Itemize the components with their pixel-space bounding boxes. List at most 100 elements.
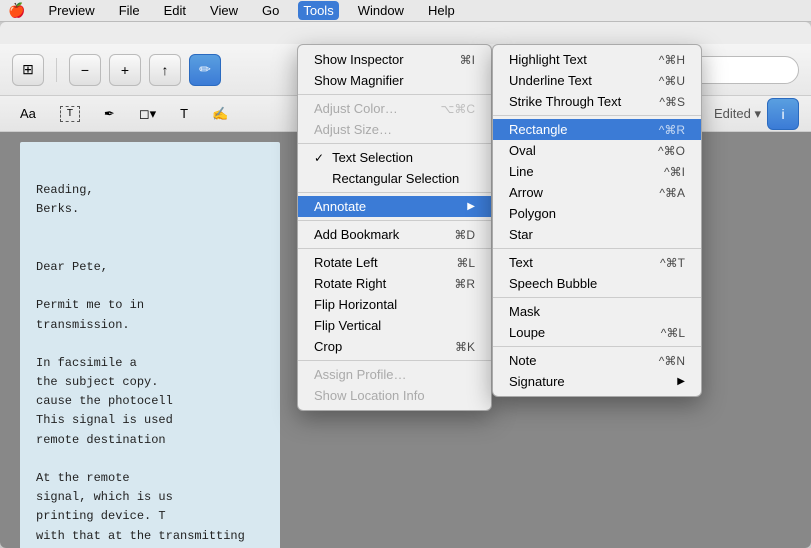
menu-assign-profile: Assign Profile…	[298, 364, 491, 385]
note-shortcut: ^⌘N	[659, 354, 685, 368]
menu-annotate[interactable]: Annotate ▶	[298, 196, 491, 217]
signature-button[interactable]: ✍	[204, 103, 236, 125]
shapes-button[interactable]: ◻▾	[131, 103, 164, 125]
line-label: Line	[509, 164, 534, 179]
strike-through-label: Strike Through Text	[509, 94, 621, 109]
menu-tools[interactable]: Tools	[298, 1, 338, 20]
separator-5	[298, 248, 491, 249]
annotate-label: Annotate	[314, 199, 366, 214]
sub-mask[interactable]: Mask	[493, 301, 701, 322]
assign-profile-label: Assign Profile…	[314, 367, 406, 382]
menu-flip-vertical[interactable]: Flip Vertical	[298, 315, 491, 336]
menu-rotate-left[interactable]: Rotate Left ⌘L	[298, 252, 491, 273]
document-line: signal, which is us	[36, 488, 264, 507]
grid-view-button[interactable]: ⊞	[12, 54, 44, 86]
separator-2	[298, 143, 491, 144]
document-line: Berks.	[36, 200, 264, 219]
add-bookmark-label: Add Bookmark	[314, 227, 399, 242]
shapes-icon: ◻▾	[139, 106, 156, 122]
add-bookmark-shortcut: ⌘D	[454, 228, 475, 242]
edited-label: Edited ▾	[714, 106, 761, 122]
sub-loupe[interactable]: Loupe ^⌘L	[493, 322, 701, 343]
loupe-shortcut: ^⌘L	[661, 326, 685, 340]
document-page: Reading, Berks. Dear Pete, Permit me to …	[20, 142, 280, 548]
grid-icon: ⊞	[22, 61, 34, 78]
sub-note[interactable]: Note ^⌘N	[493, 350, 701, 371]
star-label: Star	[509, 227, 533, 242]
menu-show-inspector[interactable]: Show Inspector ⌘I	[298, 49, 491, 70]
menu-adjust-size: Adjust Size…	[298, 119, 491, 140]
document-line: transmission.	[36, 316, 264, 335]
document-line	[36, 450, 264, 469]
document-line: the subject copy.	[36, 373, 264, 392]
rotate-right-shortcut: ⌘R	[454, 277, 475, 291]
text-button[interactable]: T	[172, 103, 196, 124]
sub-underline-text[interactable]: Underline Text ^⌘U	[493, 70, 701, 91]
underline-text-shortcut: ^⌘U	[659, 74, 685, 88]
annotate-submenu: Highlight Text ^⌘H Underline Text ^⌘U St…	[492, 44, 702, 397]
sub-text[interactable]: Text ^⌘T	[493, 252, 701, 273]
rotate-left-label: Rotate Left	[314, 255, 378, 270]
sub-sep-4	[493, 346, 701, 347]
sub-oval[interactable]: Oval ^⌘O	[493, 140, 701, 161]
signature-arrow-icon: ▶	[677, 376, 685, 387]
share-button[interactable]: ↑	[149, 54, 181, 86]
menu-rotate-right[interactable]: Rotate Right ⌘R	[298, 273, 491, 294]
document-line	[36, 220, 264, 239]
mask-label: Mask	[509, 304, 540, 319]
menu-rectangular-selection[interactable]: ✓ Rectangular Selection	[298, 168, 491, 189]
zoom-out-icon: −	[81, 62, 89, 78]
menu-bar: 🍎 Preview File Edit View Go Tools Window…	[0, 0, 811, 22]
menu-view[interactable]: View	[205, 1, 243, 20]
sub-rectangle[interactable]: Rectangle ^⌘R	[493, 119, 701, 140]
sub-signature[interactable]: Signature ▶	[493, 371, 701, 392]
sub-arrow[interactable]: Arrow ^⌘A	[493, 182, 701, 203]
sub-star[interactable]: Star	[493, 224, 701, 245]
sub-speech-bubble[interactable]: Speech Bubble	[493, 273, 701, 294]
document-line	[36, 335, 264, 354]
sub-polygon[interactable]: Polygon	[493, 203, 701, 224]
menu-go[interactable]: Go	[257, 1, 284, 20]
apple-icon[interactable]: 🍎	[8, 2, 25, 19]
pencil-button[interactable]: ✒	[96, 103, 123, 125]
info-button[interactable]: i	[767, 98, 799, 130]
rotate-left-shortcut: ⌘L	[456, 256, 475, 270]
menu-file[interactable]: File	[114, 1, 145, 20]
text-icon: T	[180, 106, 188, 121]
menu-show-magnifier[interactable]: Show Magnifier	[298, 70, 491, 91]
share-icon: ↑	[162, 62, 169, 78]
text-selection-button[interactable]: T	[52, 103, 88, 125]
sub-highlight-text[interactable]: Highlight Text ^⌘H	[493, 49, 701, 70]
menu-window[interactable]: Window	[353, 1, 409, 20]
rectangle-shortcut: ^⌘R	[659, 123, 685, 137]
highlight-text-shortcut: ^⌘H	[659, 53, 685, 67]
adjust-color-label: Adjust Color…	[314, 101, 398, 116]
menu-add-bookmark[interactable]: Add Bookmark ⌘D	[298, 224, 491, 245]
tools-menu: Show Inspector ⌘I Show Magnifier Adjust …	[297, 44, 492, 411]
document-line: Permit me to in	[36, 296, 264, 315]
text-selection-icon: T	[60, 106, 80, 122]
menu-text-selection[interactable]: ✓ Text Selection	[298, 147, 491, 168]
crop-shortcut: ⌘K	[455, 340, 475, 354]
zoom-in-button[interactable]: +	[109, 54, 141, 86]
menu-crop[interactable]: Crop ⌘K	[298, 336, 491, 357]
sub-strike-through[interactable]: Strike Through Text ^⌘S	[493, 91, 701, 112]
separator-3	[298, 192, 491, 193]
zoom-out-button[interactable]: −	[69, 54, 101, 86]
markup-button[interactable]: ✏	[189, 54, 221, 86]
show-magnifier-label: Show Magnifier	[314, 73, 404, 88]
menu-preview[interactable]: Preview	[43, 1, 99, 20]
font-button[interactable]: Aa	[12, 103, 44, 124]
menu-edit[interactable]: Edit	[159, 1, 191, 20]
document-line	[36, 162, 264, 181]
document-line	[36, 277, 264, 296]
document-line: with that at the transmitting terminal. …	[36, 527, 264, 548]
toolbar-separator-1	[56, 58, 57, 82]
menu-help[interactable]: Help	[423, 1, 460, 20]
sub-line[interactable]: Line ^⌘I	[493, 161, 701, 182]
menu-flip-horizontal[interactable]: Flip Horizontal	[298, 294, 491, 315]
signature-icon: ✍	[212, 106, 228, 122]
document-line: At the remote	[36, 469, 264, 488]
show-location-label: Show Location Info	[314, 388, 425, 403]
text-selection-label: Text Selection	[332, 150, 413, 165]
